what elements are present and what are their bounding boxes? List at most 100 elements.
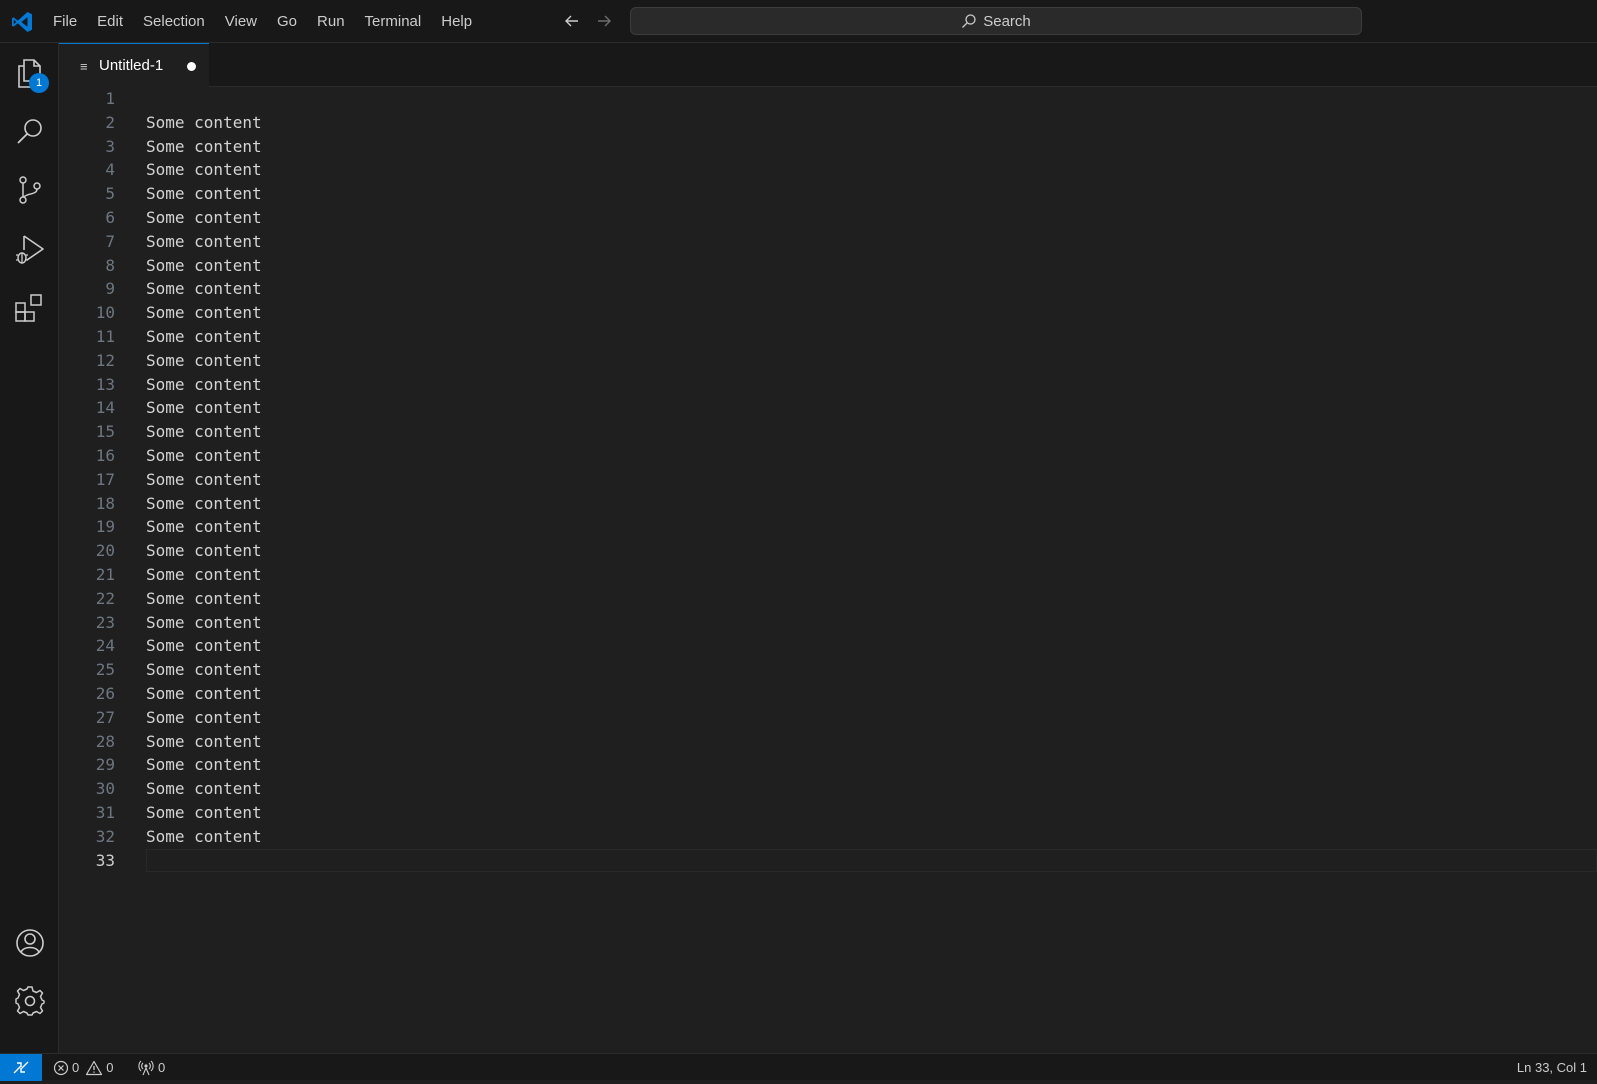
line-text[interactable]: Some content xyxy=(146,634,262,658)
extensions-icon[interactable] xyxy=(13,291,47,325)
editor-line[interactable]: 2 Some content xyxy=(59,111,1597,135)
editor-line[interactable]: 15 Some content xyxy=(59,420,1597,444)
run-and-debug-icon[interactable] xyxy=(13,232,47,266)
search-view-icon[interactable] xyxy=(13,115,47,149)
line-text[interactable]: Some content xyxy=(146,254,262,278)
editor-line[interactable]: 27 Some content xyxy=(59,706,1597,730)
line-text[interactable]: Some content xyxy=(146,539,262,563)
editor-line[interactable]: 31 Some content xyxy=(59,801,1597,825)
editor-line[interactable]: 17 Some content xyxy=(59,468,1597,492)
ports-indicator[interactable]: 0 xyxy=(137,1054,165,1081)
editor-line[interactable]: 1 xyxy=(59,87,1597,111)
editor-tab-strip: ≡ Untitled-1 xyxy=(59,43,1597,87)
line-text[interactable]: Some content xyxy=(146,182,262,206)
remote-indicator[interactable] xyxy=(0,1054,42,1081)
editor-line[interactable]: 6 Some content xyxy=(59,206,1597,230)
line-text[interactable]: Some content xyxy=(146,587,262,611)
editor-line[interactable]: 29 Some content xyxy=(59,753,1597,777)
editor-line[interactable]: 14 Some content xyxy=(59,396,1597,420)
editor-line[interactable]: 11 Some content xyxy=(59,325,1597,349)
line-number: 24 xyxy=(95,636,115,656)
menu-view[interactable]: View xyxy=(215,0,267,43)
editor-line[interactable]: 26 Some content xyxy=(59,682,1597,706)
line-number: 5 xyxy=(105,184,115,204)
line-number: 6 xyxy=(105,208,115,227)
editor-line[interactable]: 25 Some content xyxy=(59,658,1597,682)
editor-line[interactable]: 12 Some content xyxy=(59,349,1597,373)
line-text[interactable]: Some content xyxy=(146,515,262,539)
editor-line[interactable]: 20 Some content xyxy=(59,539,1597,563)
line-text[interactable]: Some content xyxy=(146,468,262,492)
line-text[interactable]: Some content xyxy=(146,730,262,754)
unsaved-dot-icon[interactable] xyxy=(187,62,196,71)
editor-line[interactable]: 30 Some content xyxy=(59,777,1597,801)
line-number: 29 xyxy=(95,755,115,775)
search-label: Search xyxy=(983,12,1031,30)
editor-line[interactable]: 8 Some content xyxy=(59,254,1597,278)
editor-line[interactable]: 5 Some content xyxy=(59,182,1597,206)
editor-line[interactable]: 13 Some content xyxy=(59,373,1597,397)
line-text[interactable]: Some content xyxy=(146,563,262,587)
editor-line[interactable]: 10 Some content xyxy=(59,301,1597,325)
editor-line[interactable]: 32 Some content xyxy=(59,825,1597,849)
line-text[interactable]: Some content xyxy=(146,753,262,777)
problems-indicator[interactable]: 0 0 xyxy=(53,1054,113,1081)
menu-run[interactable]: Run xyxy=(307,0,355,43)
editor-line[interactable]: 3 Some content xyxy=(59,135,1597,159)
line-text[interactable]: Some content xyxy=(146,611,262,635)
line-number: 10 xyxy=(95,303,115,323)
tab-untitled-1[interactable]: ≡ Untitled-1 xyxy=(59,43,209,87)
line-text[interactable]: Some content xyxy=(146,444,262,468)
explorer-badge: 1 xyxy=(29,73,49,93)
line-text[interactable]: Some content xyxy=(146,420,262,444)
forward-arrow-icon[interactable] xyxy=(594,11,614,31)
line-text[interactable]: Some content xyxy=(146,658,262,682)
cursor-position[interactable]: Ln 33, Col 1 xyxy=(1517,1054,1587,1081)
menu-file[interactable]: File xyxy=(43,0,87,43)
line-number: 14 xyxy=(95,398,115,418)
menu-help[interactable]: Help xyxy=(431,0,482,43)
vscode-logo-icon xyxy=(12,12,32,32)
source-control-icon[interactable] xyxy=(13,173,47,207)
editor-line[interactable]: 24 Some content xyxy=(59,634,1597,658)
editor-line[interactable]: 19 Some content xyxy=(59,515,1597,539)
settings-gear-icon[interactable] xyxy=(13,984,47,1018)
line-text[interactable]: Some content xyxy=(146,135,262,159)
menu-edit[interactable]: Edit xyxy=(87,0,133,43)
editor-line[interactable]: 18 Some content xyxy=(59,492,1597,516)
menu-go[interactable]: Go xyxy=(267,0,307,43)
account-icon[interactable] xyxy=(13,926,47,960)
line-text[interactable]: Some content xyxy=(146,825,262,849)
line-text[interactable]: Some content xyxy=(146,325,262,349)
line-text[interactable]: Some content xyxy=(146,801,262,825)
line-text[interactable]: Some content xyxy=(146,277,262,301)
line-text[interactable]: Some content xyxy=(146,396,262,420)
line-text[interactable]: Some content xyxy=(146,230,262,254)
editor-line[interactable]: 9 Some content xyxy=(59,277,1597,301)
line-text[interactable]: Some content xyxy=(146,706,262,730)
menu-selection[interactable]: Selection xyxy=(133,0,215,43)
editor-line[interactable]: 23 Some content xyxy=(59,611,1597,635)
line-text[interactable]: Some content xyxy=(146,777,262,801)
back-arrow-icon[interactable] xyxy=(562,11,582,31)
editor-line[interactable]: 28 Some content xyxy=(59,730,1597,754)
error-count: 0 xyxy=(72,1059,80,1075)
editor-line[interactable]: 22 Some content xyxy=(59,587,1597,611)
editor-line[interactable]: 16 Some content xyxy=(59,444,1597,468)
line-text[interactable]: Some content xyxy=(146,158,262,182)
menu-terminal[interactable]: Terminal xyxy=(355,0,432,43)
line-text[interactable]: Some content xyxy=(146,206,262,230)
editor-line[interactable]: 33 xyxy=(59,848,1597,873)
editor-line[interactable]: 21 Some content xyxy=(59,563,1597,587)
command-center-search[interactable]: Search xyxy=(630,7,1362,35)
line-text[interactable]: Some content xyxy=(146,349,262,373)
line-text[interactable]: Some content xyxy=(146,373,262,397)
line-number: 8 xyxy=(105,255,115,275)
editor-line[interactable]: 4 Some content xyxy=(59,158,1597,182)
line-text[interactable]: Some content xyxy=(146,111,262,135)
code-editor[interactable]: 1 2 Some content 3 Some content 4 Some content… xyxy=(59,87,1597,1053)
line-text[interactable]: Some content xyxy=(146,301,262,325)
editor-line[interactable]: 7 Some content xyxy=(59,230,1597,254)
line-text[interactable]: Some content xyxy=(146,492,262,516)
line-text[interactable]: Some content xyxy=(146,682,262,706)
